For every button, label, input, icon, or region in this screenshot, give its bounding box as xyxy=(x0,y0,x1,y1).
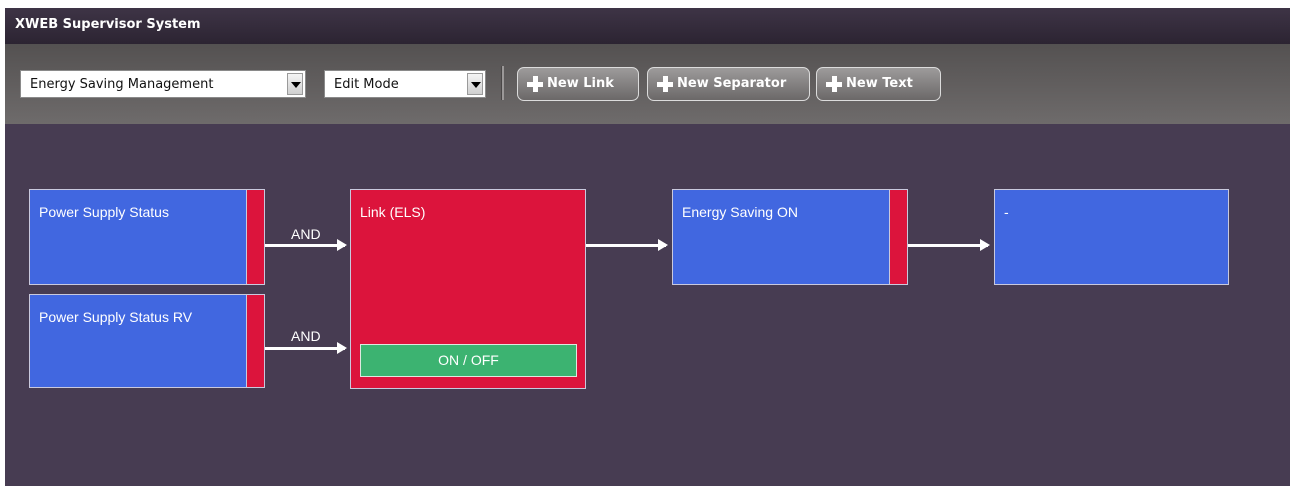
mode-select[interactable]: Edit Mode xyxy=(324,70,486,98)
plus-icon xyxy=(657,76,673,92)
on-off-toggle-button[interactable]: ON / OFF xyxy=(360,344,577,377)
node-label: Power Supply Status xyxy=(39,204,169,220)
view-select[interactable]: Energy Saving Management xyxy=(20,70,306,98)
app-window: XWEB Supervisor System Energy Saving Man… xyxy=(5,8,1290,486)
connector-arrow[interactable] xyxy=(265,342,347,354)
node-label: Power Supply Status RV xyxy=(39,309,193,325)
node-energy-saving-on[interactable]: Energy Saving ON xyxy=(672,189,908,285)
plus-icon xyxy=(826,76,842,92)
new-separator-button[interactable]: New Separator xyxy=(647,67,810,101)
mode-select-value: Edit Mode xyxy=(334,77,399,92)
node-output[interactable]: - xyxy=(994,189,1229,285)
connector-label-and: AND xyxy=(291,328,321,344)
node-label: Link (ELS) xyxy=(360,204,426,220)
new-separator-label: New Separator xyxy=(677,76,787,91)
new-link-label: New Link xyxy=(547,76,614,91)
chevron-down-icon[interactable] xyxy=(467,73,483,95)
node-output-handle[interactable] xyxy=(246,295,264,387)
view-select-value: Energy Saving Management xyxy=(30,77,214,92)
new-text-label: New Text xyxy=(846,76,913,91)
connector-arrow[interactable] xyxy=(908,239,990,251)
node-output-handle[interactable] xyxy=(889,190,907,284)
node-power-supply-status[interactable]: Power Supply Status xyxy=(29,189,265,285)
plus-icon xyxy=(527,76,543,92)
connector-label-and: AND xyxy=(291,226,321,242)
node-output-handle[interactable] xyxy=(246,190,264,284)
chevron-down-icon[interactable] xyxy=(287,73,303,95)
node-label: - xyxy=(1004,204,1009,220)
diagram-canvas: Power Supply Status Power Supply Status … xyxy=(5,124,1290,486)
node-link-els[interactable]: Link (ELS) ON / OFF xyxy=(350,189,586,389)
toolbar-divider xyxy=(501,66,504,100)
new-link-button[interactable]: New Link xyxy=(517,67,639,101)
app-title: XWEB Supervisor System xyxy=(15,17,201,32)
new-text-button[interactable]: New Text xyxy=(816,67,941,101)
node-power-supply-status-rv[interactable]: Power Supply Status RV xyxy=(29,294,265,388)
title-bar: XWEB Supervisor System xyxy=(5,8,1290,44)
connector-arrow[interactable] xyxy=(265,239,347,251)
connector-arrow[interactable] xyxy=(586,239,668,251)
toolbar: Energy Saving Management Edit Mode New L… xyxy=(5,44,1290,124)
node-label: Energy Saving ON xyxy=(682,204,798,220)
